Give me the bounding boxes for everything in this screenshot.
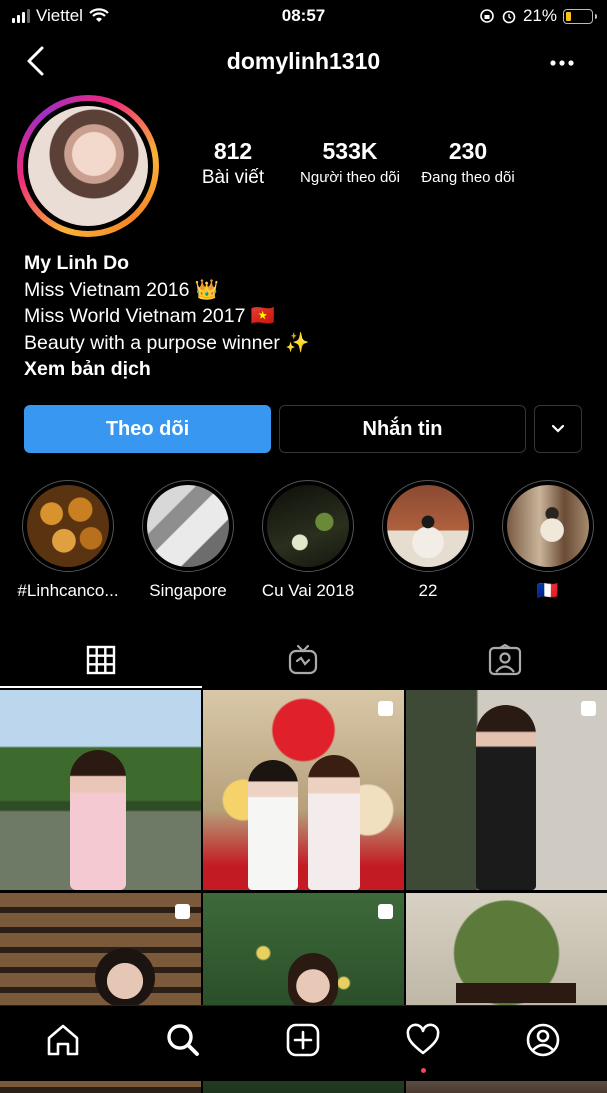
highlight-label: Cu Vai 2018 [261, 581, 355, 600]
stat-following-label: Đang theo dõi [421, 169, 515, 186]
post-image-wedding [203, 690, 404, 890]
stat-posts-label: Bài viết [201, 167, 265, 188]
highlight-ring [502, 480, 594, 572]
avatar [28, 106, 148, 226]
bio-line: Miss World Vietnam 2017 🇻🇳 [24, 305, 276, 327]
stat-following-value: 230 [448, 138, 488, 164]
post-thumbnail[interactable] [0, 690, 201, 890]
multiple-photos-icon [581, 701, 596, 716]
status-bar: Viettel 08:57 21% [0, 0, 607, 32]
highlight-singapore[interactable]: Singapore [133, 480, 243, 601]
post-figure [476, 705, 536, 890]
highlight-cover-22 [387, 485, 469, 567]
chevron-down-icon [551, 424, 565, 433]
search-icon [167, 1024, 199, 1056]
battery-percent: 21% [522, 6, 557, 25]
more-options-icon[interactable] [549, 48, 575, 78]
highlight-cover-france [507, 485, 589, 567]
display-name: My Linh Do [24, 252, 130, 274]
post-figure [248, 760, 298, 890]
bio-line: Miss Vietnam 2016 👑 [24, 278, 220, 301]
nav-search[interactable] [158, 1022, 208, 1062]
bio-line: Beauty with a purpose winner ✨ [24, 331, 310, 354]
post-thumbnail[interactable] [406, 690, 607, 890]
highlight-label: #Linhcanco... [17, 581, 119, 600]
avatar-frame [23, 101, 153, 231]
bottom-nav [0, 1005, 607, 1081]
multiple-photos-icon [378, 701, 393, 716]
profile-tabs [0, 632, 607, 688]
highlight-ring [22, 480, 114, 572]
post-figure [288, 953, 338, 1013]
nav-activity[interactable] [398, 1022, 448, 1062]
status-right: 21% [479, 6, 597, 26]
tab-tagged[interactable] [404, 632, 606, 688]
heart-icon [406, 1023, 440, 1055]
stat-posts-value: 812 [213, 138, 253, 164]
profile-username: domylinh1310 [226, 48, 381, 74]
multiple-photos-icon [175, 904, 190, 919]
nav-home[interactable] [38, 1022, 88, 1062]
nav-profile[interactable] [518, 1022, 568, 1062]
highlight-label: 22 [418, 581, 438, 600]
orientation-lock-icon [480, 9, 494, 23]
highlight-ring [382, 480, 474, 572]
tab-igtv[interactable] [202, 632, 404, 688]
nav-new-post[interactable] [278, 1022, 328, 1062]
stat-followers[interactable]: 533K Người theo dõi [285, 138, 415, 186]
post-figures [456, 983, 576, 1003]
post-thumbnail[interactable] [203, 690, 404, 890]
follow-button[interactable]: Theo dõi [24, 405, 271, 453]
highlight-cover-pastries [27, 485, 109, 567]
tagged-icon [488, 644, 522, 676]
highlight-ring [142, 480, 234, 572]
stat-followers-label: Người theo dõi [300, 169, 400, 186]
active-tab-indicator [0, 686, 202, 688]
highlight-cover-cuvai [267, 485, 349, 567]
battery-icon [563, 8, 597, 24]
bio: My Linh Do Miss Vietnam 2016 👑 Miss Worl… [24, 250, 310, 383]
grid-icon [86, 645, 116, 675]
highlight-label: 🇫🇷 [537, 581, 559, 600]
highlight-cover-singapore [147, 485, 229, 567]
post-figure [70, 750, 126, 890]
message-button[interactable]: Nhắn tin [279, 405, 526, 453]
post-figure [95, 948, 155, 1008]
highlight-ring [262, 480, 354, 572]
stat-posts[interactable]: 812 Bài viết [168, 138, 298, 189]
new-post-icon [286, 1023, 320, 1057]
highlight-france[interactable]: 🇫🇷 [493, 480, 603, 601]
post-figure [308, 755, 360, 890]
multiple-photos-icon [378, 904, 393, 919]
posts-grid [0, 690, 607, 1093]
tab-posts-grid[interactable] [0, 632, 202, 688]
suggested-dropdown-button[interactable] [534, 405, 582, 453]
highlight-cuvai-2018[interactable]: Cu Vai 2018 [253, 480, 363, 601]
highlight-label: Singapore [149, 581, 227, 600]
profile-icon [526, 1023, 560, 1057]
stat-following[interactable]: 230 Đang theo dõi [403, 138, 533, 186]
activity-notification-dot [421, 1068, 426, 1073]
highlight-22[interactable]: 22 [373, 480, 483, 601]
home-icon [47, 1024, 79, 1056]
igtv-icon [288, 644, 318, 675]
see-translation-link[interactable]: Xem bản dịch [24, 356, 310, 383]
alarm-icon [502, 10, 516, 24]
stat-followers-value: 533K [322, 138, 378, 164]
highlight-linhcanco[interactable]: #Linhcanco... [13, 480, 123, 601]
story-ring[interactable] [17, 95, 159, 237]
